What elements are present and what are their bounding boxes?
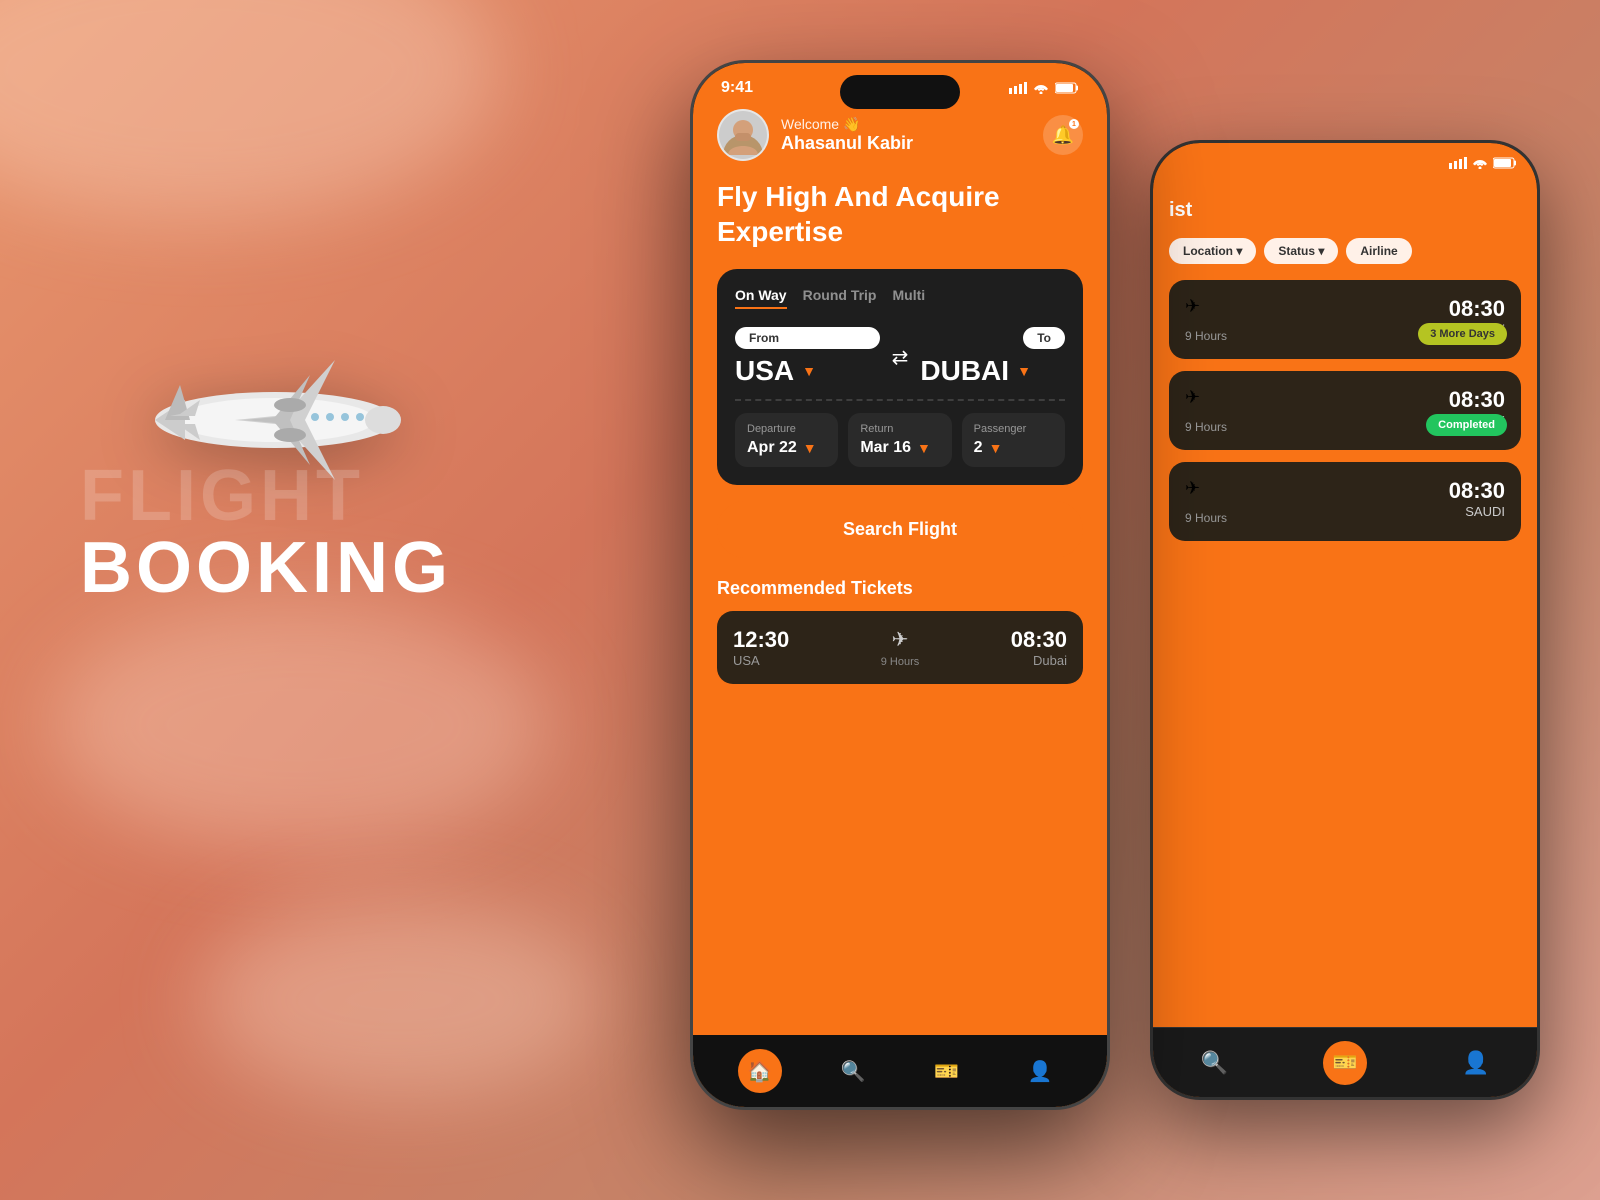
from-city[interactable]: USA ▼ bbox=[735, 355, 880, 387]
avatar-welcome: Welcome 👋 Ahasanul Kabir bbox=[717, 109, 913, 161]
flight-time-2: 08:30 bbox=[1449, 387, 1505, 413]
filter-airline[interactable]: Airline bbox=[1346, 238, 1411, 264]
welcome-text: Welcome 👋 bbox=[781, 116, 913, 133]
departure-value: Apr 22 ▼ bbox=[747, 439, 826, 457]
departure-label: Departure bbox=[747, 423, 826, 435]
to-city[interactable]: DUBAI ▼ bbox=[920, 355, 1065, 387]
back-content: ist Location ▾ Status ▾ Airline ✈ 9 Hour… bbox=[1153, 169, 1537, 551]
flight-duration-2: 9 Hours bbox=[1185, 420, 1227, 434]
nav-home[interactable]: 🏠 bbox=[738, 1049, 782, 1093]
recommended-title: Recommended Tickets bbox=[717, 578, 1083, 599]
hero-text: Fly High And Acquire Expertise bbox=[717, 179, 1083, 249]
back-status-bar bbox=[1153, 143, 1537, 169]
from-dropdown-arrow: ▼ bbox=[802, 363, 816, 379]
back-nav-profile[interactable]: 👤 bbox=[1462, 1050, 1489, 1076]
back-header-title: ist bbox=[1169, 199, 1521, 222]
ticket-plane-icon: ✈ bbox=[892, 627, 909, 652]
brand-flight-label: FLIGHT bbox=[80, 460, 500, 532]
ticket-flight-info: ✈ 9 Hours bbox=[881, 627, 920, 668]
tab-round-trip[interactable]: Round Trip bbox=[803, 287, 877, 309]
dynamic-island bbox=[840, 75, 960, 109]
status-badge-2: Completed bbox=[1426, 414, 1507, 436]
booking-card: On Way Round Trip Multi From USA ▼ bbox=[717, 269, 1083, 485]
return-field[interactable]: Return Mar 16 ▼ bbox=[848, 413, 951, 467]
brand-booking-label: BOOKING bbox=[80, 532, 500, 604]
ticket-duration: 9 Hours bbox=[881, 656, 920, 668]
phone-front: 9:41 bbox=[690, 60, 1110, 1110]
filter-location[interactable]: Location ▾ bbox=[1169, 238, 1256, 264]
user-name: Ahasanul Kabir bbox=[781, 133, 913, 154]
departure-field[interactable]: Departure Apr 22 ▼ bbox=[735, 413, 838, 467]
return-dropdown-arrow: ▼ bbox=[917, 440, 931, 456]
to-field[interactable]: To DUBAI ▼ bbox=[920, 327, 1065, 387]
header-row: Welcome 👋 Ahasanul Kabir 🔔 1 bbox=[717, 109, 1083, 161]
flight-duration-3: 9 Hours bbox=[1185, 511, 1227, 525]
trip-tabs: On Way Round Trip Multi bbox=[735, 287, 1065, 309]
date-row: Departure Apr 22 ▼ Return Mar 16 ▼ bbox=[735, 413, 1065, 467]
back-bottom-nav: 🔍 🎫 👤 bbox=[1153, 1027, 1537, 1097]
filter-chips: Location ▾ Status ▾ Airline bbox=[1169, 238, 1521, 264]
filter-status[interactable]: Status ▾ bbox=[1264, 238, 1338, 264]
ticket-arrive-time: 08:30 bbox=[1011, 627, 1067, 653]
tab-one-way[interactable]: On Way bbox=[735, 287, 787, 309]
plane-icon-1: ✈ bbox=[1185, 296, 1227, 317]
user-avatar bbox=[717, 109, 769, 161]
nav-profile[interactable]: 👤 bbox=[1018, 1049, 1062, 1093]
to-label: To bbox=[1023, 327, 1065, 349]
notification-button[interactable]: 🔔 1 bbox=[1043, 115, 1083, 155]
status-icons bbox=[1009, 82, 1079, 94]
return-value: Mar 16 ▼ bbox=[860, 439, 939, 457]
nav-search[interactable]: 🔍 bbox=[831, 1049, 875, 1093]
brand-text: FLIGHT BOOKING bbox=[80, 460, 500, 604]
back-nav-search[interactable]: 🔍 bbox=[1201, 1050, 1228, 1076]
tab-multi[interactable]: Multi bbox=[893, 287, 926, 309]
passenger-label: Passenger bbox=[974, 423, 1053, 435]
flight-card-3[interactable]: ✈ 9 Hours 08:30 SAUDI bbox=[1169, 462, 1521, 541]
ticket-depart-time: 12:30 bbox=[733, 627, 789, 653]
ticket-arrive: 08:30 Dubai bbox=[1011, 627, 1067, 668]
flight-city-3: SAUDI bbox=[1449, 504, 1505, 519]
return-label: Return bbox=[860, 423, 939, 435]
flight-time-3: 08:30 bbox=[1449, 478, 1505, 504]
passenger-dropdown-arrow: ▼ bbox=[989, 440, 1003, 456]
route-divider bbox=[735, 399, 1065, 401]
flight-list: ✈ 9 Hours 08:30 Dubai 3 More Days bbox=[1169, 280, 1521, 541]
from-field[interactable]: From USA ▼ bbox=[735, 327, 880, 387]
nav-tickets[interactable]: 🎫 bbox=[925, 1049, 969, 1093]
status-badge-1: 3 More Days bbox=[1418, 323, 1507, 345]
status-time: 9:41 bbox=[721, 79, 753, 97]
plane-icon-2: ✈ bbox=[1185, 387, 1227, 408]
ticket-arrive-city: Dubai bbox=[1011, 653, 1067, 668]
to-dropdown-arrow: ▼ bbox=[1017, 363, 1031, 379]
flight-card-1[interactable]: ✈ 9 Hours 08:30 Dubai 3 More Days bbox=[1169, 280, 1521, 359]
back-status-icons bbox=[1449, 157, 1517, 169]
ticket-card[interactable]: 12:30 USA ✈ 9 Hours 08:30 Dubai bbox=[717, 611, 1083, 684]
bottom-nav: 🏠 🔍 🎫 👤 bbox=[693, 1035, 1107, 1107]
swap-icon[interactable]: ⇄ bbox=[892, 345, 909, 370]
flight-time-1: 08:30 bbox=[1449, 296, 1505, 322]
passenger-value: 2 ▼ bbox=[974, 439, 1053, 457]
flight-card-2[interactable]: ✈ 9 Hours 08:30 UK Completed bbox=[1169, 371, 1521, 450]
phone-back: ist Location ▾ Status ▾ Airline ✈ 9 Hour… bbox=[1150, 140, 1540, 1100]
ticket-depart: 12:30 USA bbox=[733, 627, 789, 668]
phones-container: ist Location ▾ Status ▾ Airline ✈ 9 Hour… bbox=[690, 60, 1540, 1160]
passenger-field[interactable]: Passenger 2 ▼ bbox=[962, 413, 1065, 467]
back-nav-tickets[interactable]: 🎫 bbox=[1323, 1041, 1367, 1085]
welcome-info: Welcome 👋 Ahasanul Kabir bbox=[781, 116, 913, 154]
phone-content: Welcome 👋 Ahasanul Kabir 🔔 1 Fly High An… bbox=[693, 109, 1107, 1013]
ticket-depart-city: USA bbox=[733, 653, 789, 668]
departure-dropdown-arrow: ▼ bbox=[803, 440, 817, 456]
plane-icon-3: ✈ bbox=[1185, 478, 1227, 499]
route-selector: From USA ▼ ⇄ To DUBAI ▼ bbox=[735, 327, 1065, 387]
search-flight-button[interactable]: Search Flight bbox=[717, 501, 1083, 558]
flight-duration-1: 9 Hours bbox=[1185, 329, 1227, 343]
notification-dot: 1 bbox=[1069, 119, 1079, 129]
from-label: From bbox=[735, 327, 880, 349]
